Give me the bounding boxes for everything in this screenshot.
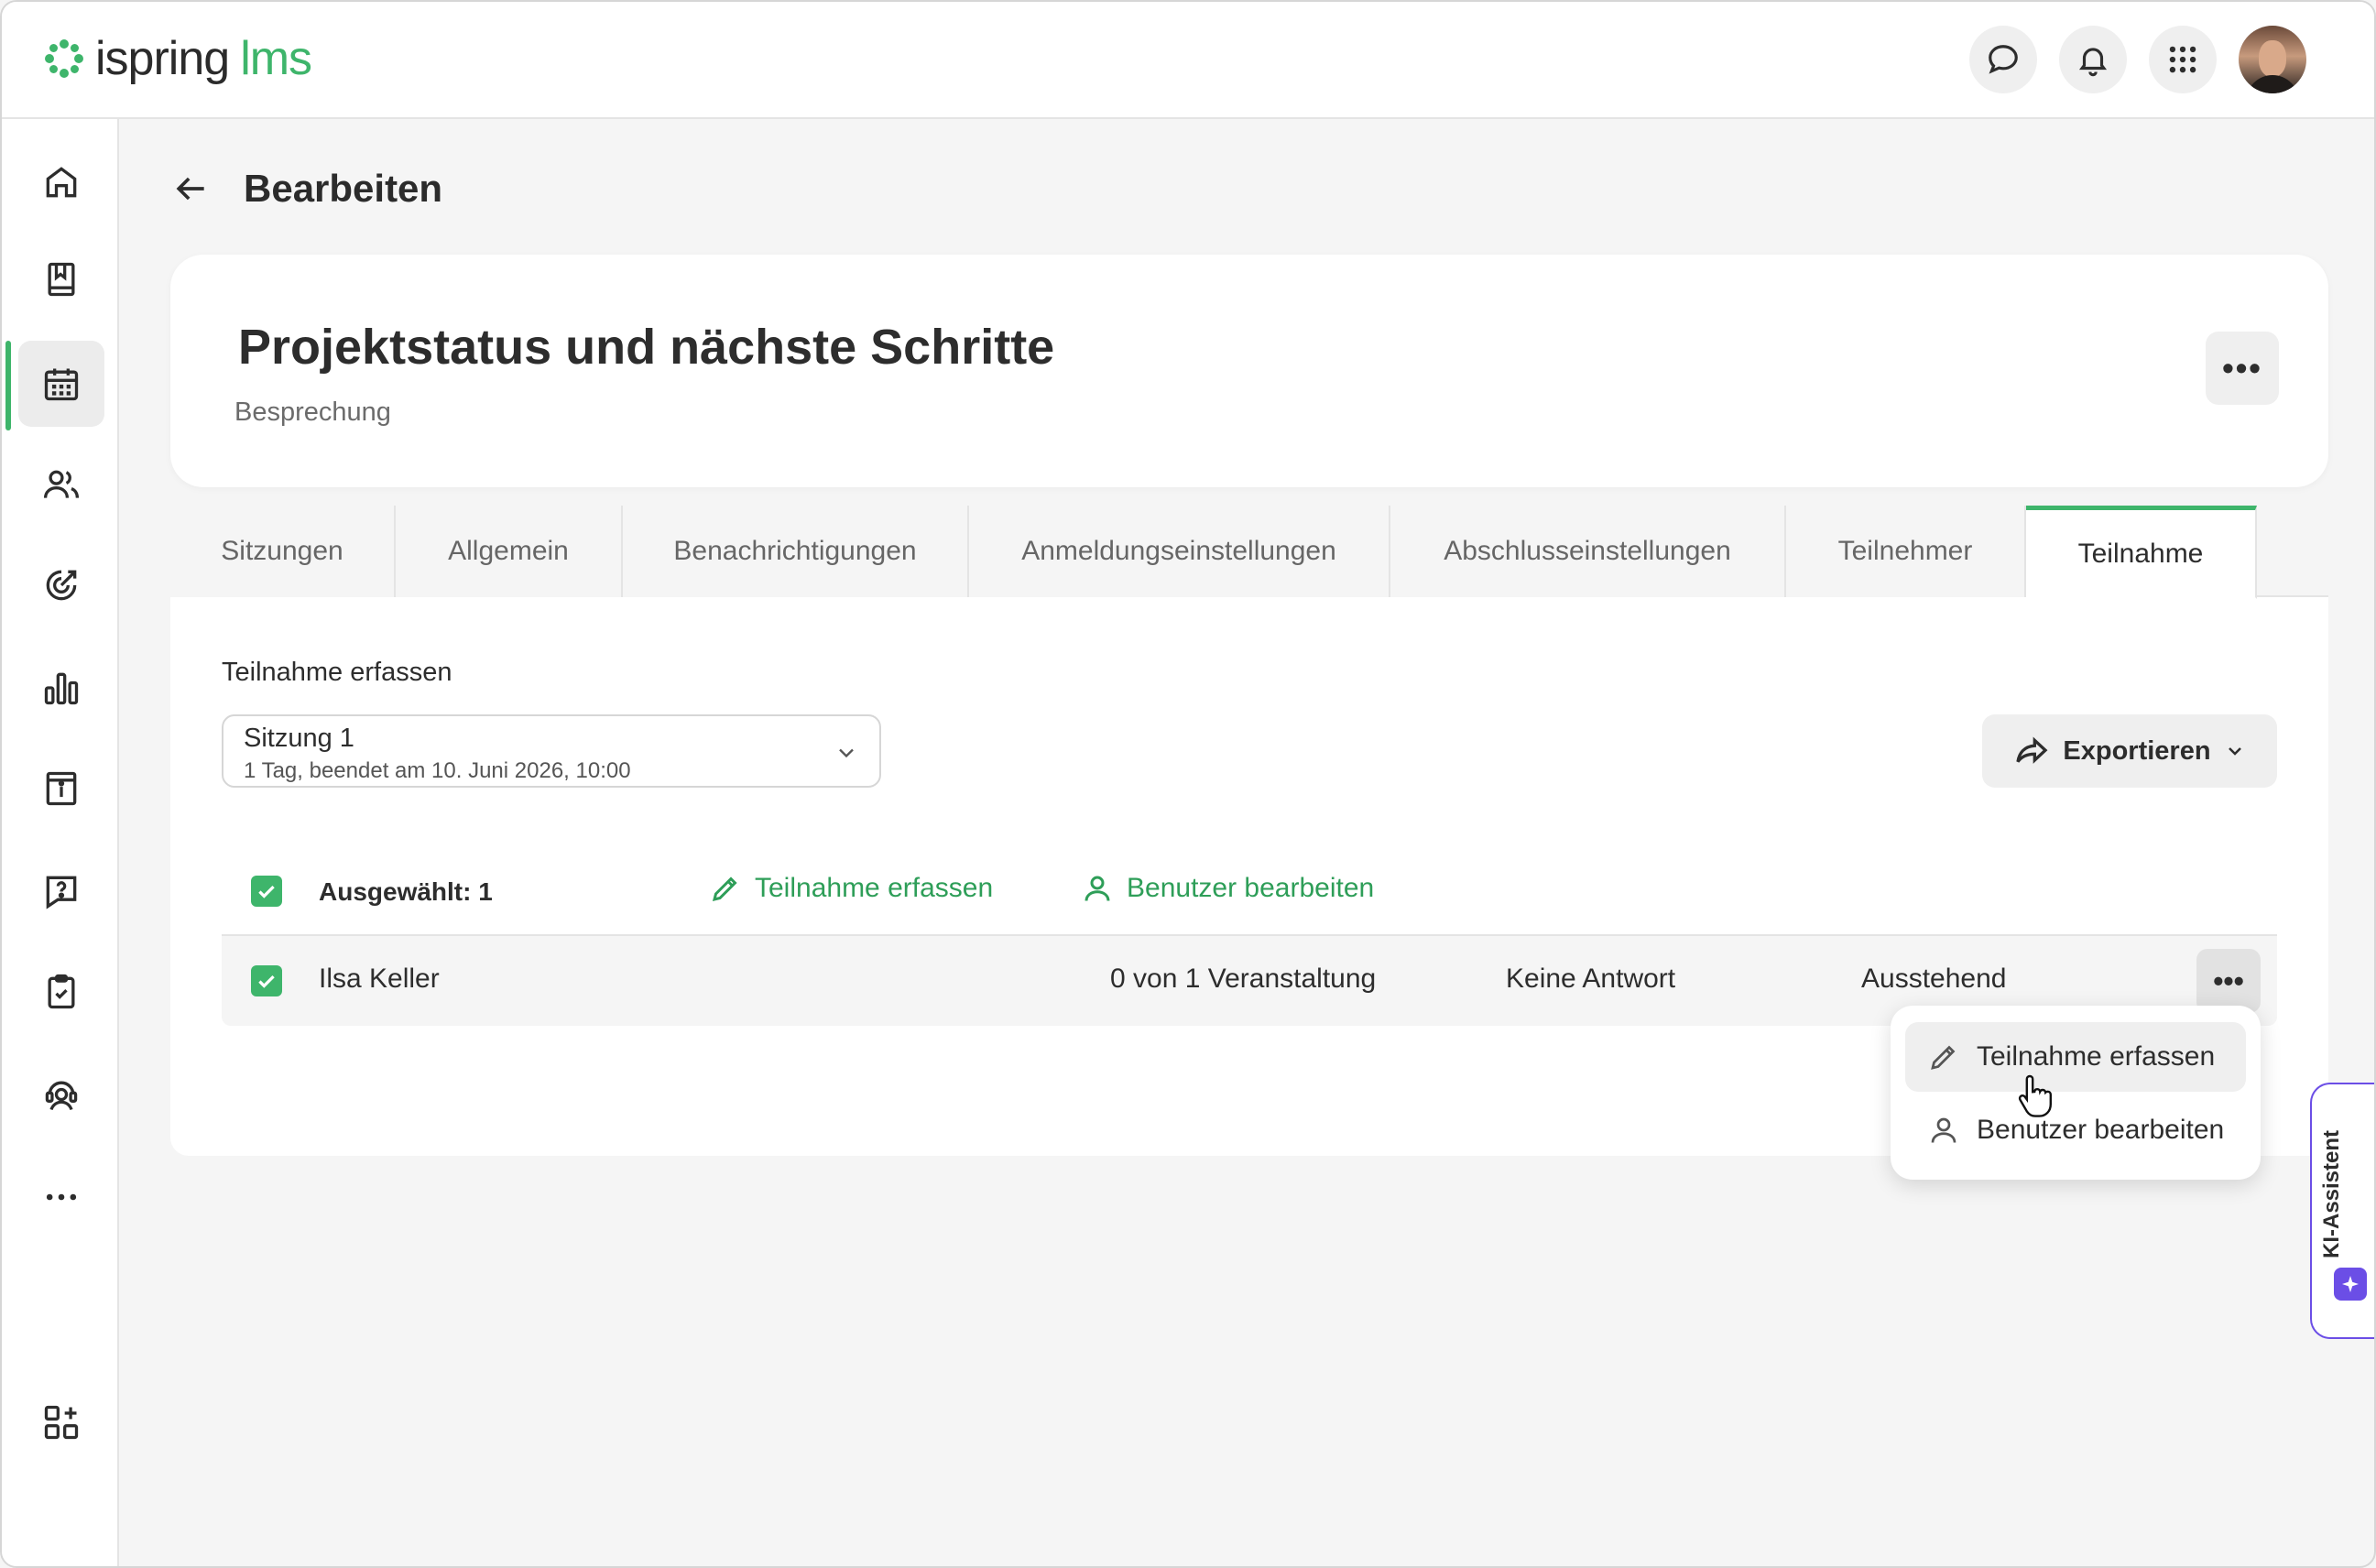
sidebar-item-learning[interactable] bbox=[18, 236, 104, 322]
menu-item-record-attendance[interactable]: Teilnahme erfassen bbox=[1905, 1022, 2246, 1092]
row-context-menu: Teilnahme erfassen Benutzer bearbeiten bbox=[1891, 1006, 2261, 1180]
page-title: Bearbeiten bbox=[244, 167, 443, 210]
event-name: Projektstatus und nächste Schritte bbox=[238, 320, 1055, 375]
user-avatar[interactable] bbox=[2239, 26, 2306, 93]
menu-item-label: Benutzer bearbeiten bbox=[1977, 1115, 2225, 1145]
share-arrow-icon bbox=[2016, 736, 2048, 764]
sidebar-item-goals[interactable] bbox=[18, 542, 104, 628]
sparkle-icon bbox=[2334, 1268, 2367, 1301]
tab-participants[interactable]: Teilnehmer bbox=[1786, 506, 2026, 597]
avatar-body bbox=[2246, 75, 2299, 93]
session-select[interactable]: Sitzung 1 1 Tag, beendet am 10. Juni 202… bbox=[222, 714, 881, 788]
sidebar-active-indicator bbox=[5, 341, 11, 430]
check-icon bbox=[258, 975, 275, 988]
users-icon bbox=[43, 470, 80, 498]
participant-events: 0 von 1 Veranstaltung bbox=[1110, 964, 1377, 994]
top-actions bbox=[1969, 26, 2306, 93]
user-icon bbox=[1084, 876, 1110, 901]
hand-cursor-icon bbox=[2018, 1074, 2052, 1117]
back-arrow-icon[interactable] bbox=[170, 169, 211, 209]
logo[interactable]: ispring lms bbox=[42, 29, 312, 88]
sidebar-item-help[interactable] bbox=[18, 848, 104, 934]
chat-icon bbox=[1989, 45, 2018, 74]
sidebar-item-calendar[interactable] bbox=[18, 341, 104, 427]
check-icon bbox=[258, 885, 275, 898]
export-button[interactable]: Exportieren bbox=[1982, 714, 2277, 788]
tab-notifications[interactable]: Benachrichtigungen bbox=[623, 506, 969, 597]
more-horizontal-icon bbox=[46, 1193, 77, 1201]
ai-assistant-label: KI-Assistent bbox=[2319, 1129, 2344, 1258]
record-attendance-label: Teilnahme erfassen bbox=[755, 873, 994, 903]
participant-status: Ausstehend bbox=[1861, 964, 2007, 994]
top-bar: ispring lms bbox=[2, 2, 2374, 119]
bell-icon bbox=[2078, 48, 2108, 77]
edit-user-link[interactable]: Benutzer bearbeiten bbox=[1081, 872, 1374, 905]
support-agent-icon bbox=[45, 1081, 78, 1111]
selection-toolbar: Ausgewählt: 1 Teilnahme erfassen Benutze… bbox=[222, 844, 2277, 936]
pencil-icon bbox=[712, 877, 737, 902]
avatar-face bbox=[2259, 40, 2286, 77]
info-panel-icon bbox=[46, 771, 77, 806]
edit-user-label: Benutzer bearbeiten bbox=[1127, 873, 1375, 903]
book-icon bbox=[48, 262, 75, 297]
participant-name: Ilsa Keller bbox=[319, 964, 440, 994]
event-type: Besprechung bbox=[234, 397, 391, 427]
export-label: Exportieren bbox=[2063, 735, 2211, 766]
row-more-button[interactable]: ••• bbox=[2196, 949, 2261, 1013]
participant-response: Keine Antwort bbox=[1506, 964, 1676, 994]
chevron-down-icon bbox=[2228, 747, 2241, 756]
tab-sessions[interactable]: Sitzungen bbox=[170, 506, 396, 597]
sidebar-item-tasks[interactable] bbox=[18, 949, 104, 1035]
app-window: ispring lms Bearbeiten Projektstatus und… bbox=[0, 0, 2376, 1568]
tab-registration-settings[interactable]: Anmeldungseinstellungen bbox=[969, 506, 1390, 597]
event-more-button[interactable]: ••• bbox=[2206, 332, 2279, 405]
clipboard-check-icon bbox=[48, 974, 75, 1009]
tab-completion-settings[interactable]: Abschlusseinstellungen bbox=[1390, 506, 1786, 597]
question-bubble-icon bbox=[46, 876, 77, 909]
apps-grid-icon bbox=[2169, 46, 2196, 73]
selected-count: Ausgewählt: 1 bbox=[319, 877, 493, 906]
calendar-icon bbox=[44, 368, 79, 401]
notifications-button[interactable] bbox=[2059, 26, 2127, 93]
tab-bar-filler bbox=[2257, 506, 2328, 595]
sidebar-item-info[interactable] bbox=[18, 746, 104, 832]
ispring-logo-icon bbox=[45, 39, 83, 78]
ai-assistant-tab[interactable]: KI-Assistent bbox=[2310, 1083, 2374, 1339]
tab-bar: Sitzungen Allgemein Benachrichtigungen A… bbox=[170, 506, 2328, 599]
pencil-icon bbox=[1931, 1045, 1956, 1070]
brand-suffix: lms bbox=[240, 32, 312, 85]
chevron-down-icon bbox=[839, 748, 854, 758]
session-select-value: Sitzung 1 bbox=[244, 724, 354, 753]
section-label: Teilnahme erfassen bbox=[222, 658, 452, 687]
sidebar-item-users[interactable] bbox=[18, 441, 104, 528]
bar-chart-icon bbox=[44, 672, 79, 705]
sidebar-item-support[interactable] bbox=[18, 1051, 104, 1138]
page-header: Bearbeiten bbox=[170, 167, 442, 211]
record-attendance-link[interactable]: Teilnahme erfassen bbox=[709, 872, 993, 905]
user-icon bbox=[1931, 1117, 1956, 1143]
menu-item-label: Teilnahme erfassen bbox=[1977, 1041, 2216, 1072]
select-all-checkbox[interactable] bbox=[251, 876, 282, 907]
sidebar-item-reports[interactable] bbox=[18, 645, 104, 731]
add-widget-icon bbox=[44, 1405, 79, 1440]
target-icon bbox=[46, 570, 77, 601]
menu-item-edit-user[interactable]: Benutzer bearbeiten bbox=[1905, 1095, 2246, 1165]
row-checkbox[interactable] bbox=[251, 965, 282, 996]
session-select-detail: 1 Tag, beendet am 10. Juni 2026, 10:00 bbox=[244, 758, 631, 783]
brand-name: ispring bbox=[95, 32, 230, 85]
sidebar-item-more[interactable] bbox=[18, 1154, 104, 1240]
sidebar bbox=[2, 119, 119, 1566]
sidebar-item-home[interactable] bbox=[18, 139, 104, 225]
home-icon bbox=[46, 167, 77, 198]
chat-button[interactable] bbox=[1969, 26, 2037, 93]
tab-attendance[interactable]: Teilnahme bbox=[2026, 506, 2257, 599]
event-card: Projektstatus und nächste Schritte Bespr… bbox=[170, 255, 2328, 487]
sidebar-item-add-widget[interactable] bbox=[18, 1379, 104, 1465]
apps-button[interactable] bbox=[2149, 26, 2217, 93]
tab-general[interactable]: Allgemein bbox=[396, 506, 623, 597]
